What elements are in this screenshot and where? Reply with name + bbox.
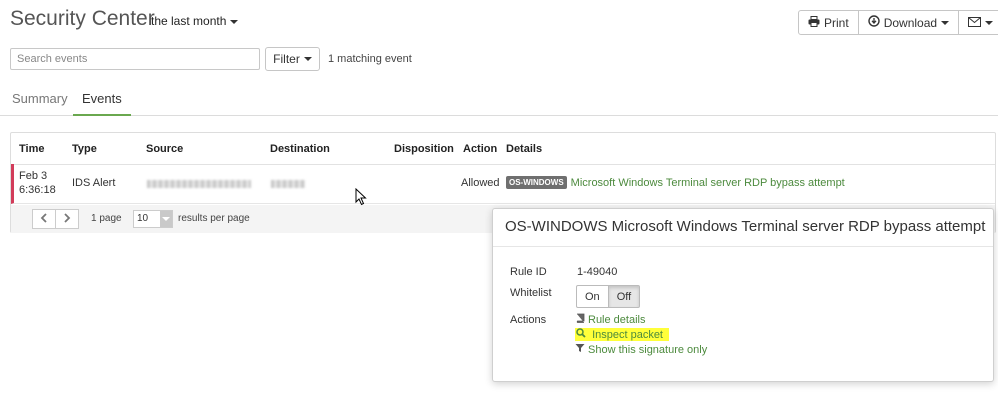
mouse-cursor-icon <box>355 187 367 209</box>
search-input[interactable] <box>10 48 260 70</box>
period-label: the last month <box>151 14 227 28</box>
tab-summary[interactable]: Summary <box>12 91 68 114</box>
popover-title: OS-WINDOWS Microsoft Windows Terminal se… <box>505 218 986 235</box>
column-header-details[interactable]: Details <box>506 143 542 155</box>
download-label: Download <box>883 15 938 30</box>
rule-id-label: Rule ID <box>510 266 547 278</box>
popover-divider <box>493 246 993 247</box>
column-header-time[interactable]: Time <box>19 143 44 155</box>
email-button[interactable] <box>958 10 998 35</box>
chevron-down-icon <box>160 211 172 227</box>
page-title: Security Center <box>10 7 155 30</box>
column-header-disposition[interactable]: Disposition <box>394 143 454 155</box>
rule-details-link[interactable]: Rule details <box>575 313 645 326</box>
next-page-button[interactable] <box>55 209 79 229</box>
signature-link[interactable]: Microsoft Windows Terminal server RDP by… <box>571 177 845 189</box>
download-circle-icon <box>867 15 880 30</box>
show-signature-label: Show this signature only <box>588 343 708 356</box>
filter-label: Filter <box>273 52 300 66</box>
period-dropdown[interactable]: the last month <box>151 14 239 28</box>
print-button[interactable]: Print <box>798 10 859 35</box>
chevron-right-icon <box>63 212 71 226</box>
category-badge: OS-WINDOWS <box>506 176 567 189</box>
whitelist-label: Whitelist <box>510 287 552 299</box>
print-label: Print <box>824 15 849 30</box>
table-row[interactable]: Feb 3 6:36:18 IDS Alert Allowed OS-WINDO… <box>11 164 995 204</box>
source-redacted <box>147 180 251 188</box>
actions-label: Actions <box>510 314 547 326</box>
whitelist-off-button[interactable]: Off <box>607 285 641 308</box>
toolbar: Print Download <box>798 10 998 35</box>
column-header-source[interactable]: Source <box>146 143 183 155</box>
printer-icon <box>808 15 820 30</box>
rule-id-value: 1-49040 <box>577 266 618 278</box>
per-page-value: 10 <box>137 213 149 224</box>
prev-page-button[interactable] <box>32 209 56 229</box>
match-count: 1 matching event <box>328 53 412 65</box>
event-type: IDS Alert <box>72 177 116 189</box>
event-time: Feb 3 6:36:18 <box>19 169 56 197</box>
inspect-packet-highlight: Inspect packet <box>575 328 669 341</box>
column-header-destination[interactable]: Destination <box>270 143 330 155</box>
filter-button[interactable]: Filter <box>265 47 320 71</box>
chevron-down-icon <box>941 20 950 25</box>
chevron-left-icon <box>40 212 48 226</box>
event-details[interactable]: OS-WINDOWS Microsoft Windows Terminal ser… <box>506 176 845 189</box>
whitelist-on-button[interactable]: On <box>576 285 609 308</box>
per-page-select[interactable]: 10 <box>133 210 173 228</box>
tab-bar: Summary Events <box>0 89 998 116</box>
filter-icon <box>575 343 585 356</box>
whitelist-toggle: On Off <box>576 285 641 308</box>
column-header-type[interactable]: Type <box>72 143 97 155</box>
event-clock: 6:36:18 <box>19 184 56 196</box>
column-header-action[interactable]: Action <box>463 143 497 155</box>
inspect-packet-label: Inspect packet <box>592 329 663 341</box>
per-page-label: results per page <box>178 213 250 224</box>
search-icon <box>576 328 586 341</box>
book-icon <box>575 313 585 326</box>
chevron-down-icon <box>230 19 239 24</box>
rule-details-label: Rule details <box>588 313 646 326</box>
envelope-icon <box>968 16 982 30</box>
show-signature-link[interactable]: Show this signature only <box>575 343 707 356</box>
chevron-down-icon <box>303 57 312 61</box>
event-action: Allowed <box>461 177 500 189</box>
chevron-down-icon <box>985 20 994 25</box>
destination-redacted <box>271 180 305 188</box>
download-button[interactable]: Download <box>857 10 960 35</box>
inspect-packet-link[interactable]: Inspect packet <box>575 328 669 341</box>
signature-popover: OS-WINDOWS Microsoft Windows Terminal se… <box>492 208 994 382</box>
tab-events[interactable]: Events <box>73 91 131 116</box>
event-date: Feb 3 <box>19 170 48 182</box>
page-count: 1 page <box>91 213 122 224</box>
